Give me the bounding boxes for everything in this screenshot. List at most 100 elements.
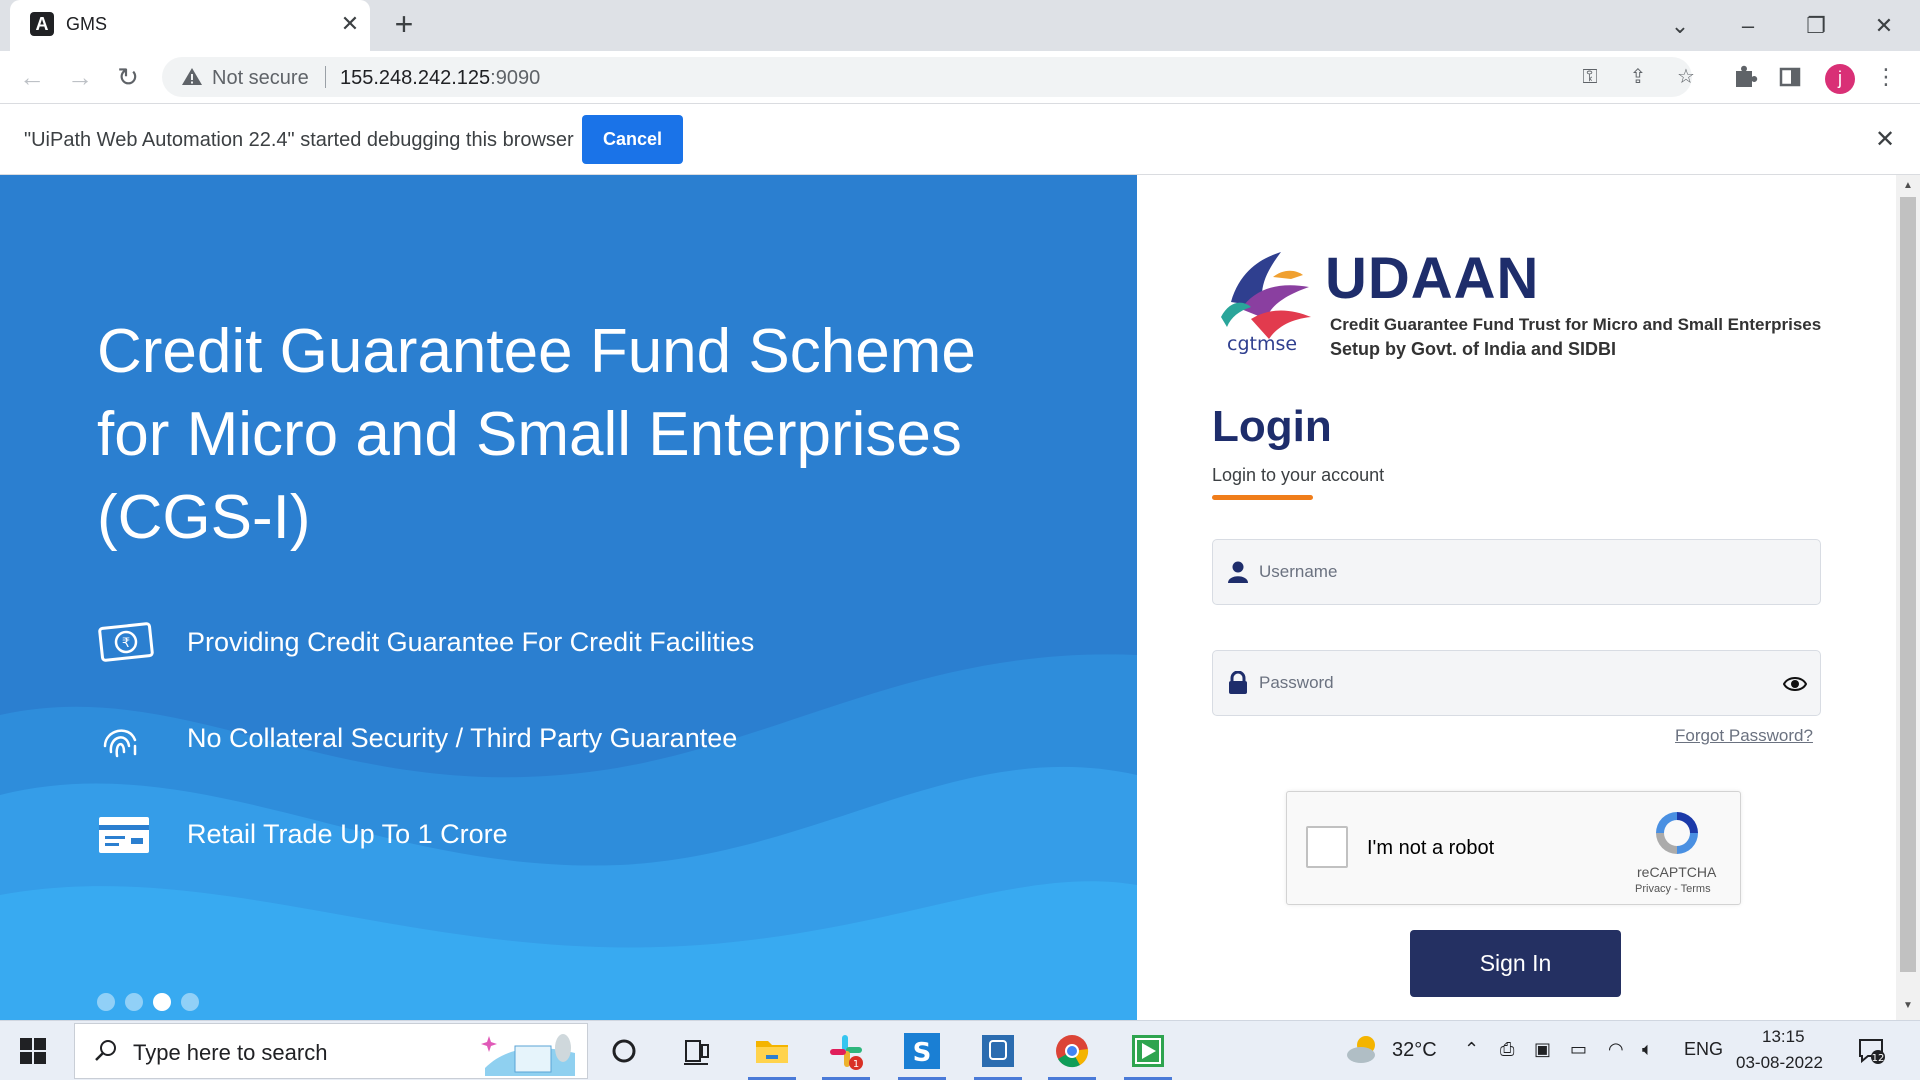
profile-avatar[interactable]: j	[1825, 64, 1855, 94]
feature-text: Retail Trade Up To 1 Crore	[187, 819, 508, 849]
feature-item: No Collateral Security / Third Party Gua…	[97, 708, 997, 768]
omnibox-separator	[325, 66, 326, 88]
notification-center-icon[interactable]: 12	[1858, 1037, 1886, 1065]
feature-item: ₹ Providing Credit Guarantee For Credit …	[97, 612, 997, 672]
skype-icon[interactable]: S	[898, 1027, 946, 1080]
clock-time[interactable]: 13:15	[1762, 1027, 1805, 1047]
uipath-icon[interactable]	[1124, 1027, 1172, 1080]
hero-title: Credit Guarantee Fund Scheme for Micro a…	[97, 317, 976, 552]
search-icon	[95, 1040, 116, 1061]
cancel-debug-button[interactable]: Cancel	[582, 115, 683, 164]
hero-panel: Credit Guarantee Fund Scheme for Micro a…	[0, 175, 1137, 1020]
login-panel: cgtmse UDAAN Credit Guarantee Fund Trust…	[1137, 175, 1896, 1020]
tab-search-chevron-icon[interactable]: ⌄	[1660, 6, 1700, 46]
tab-strip: A GMS ✕ + ⌄ – ❐ ✕	[0, 0, 1920, 51]
new-tab-button[interactable]: +	[388, 8, 420, 41]
task-view-icon[interactable]	[672, 1027, 720, 1075]
password-placeholder: Password	[1259, 673, 1334, 692]
weather-cloud-sun-icon[interactable]	[1346, 1033, 1380, 1065]
carousel-dot-active[interactable]	[153, 993, 171, 1011]
taskbar-search-placeholder: Type here to search	[133, 1040, 328, 1065]
input-language[interactable]: ENG	[1684, 1039, 1723, 1060]
windows-taskbar: Type here to search 1 S 32°C ⌃ ⎙ ▣ ▭ ◠ 🔈…	[0, 1020, 1920, 1080]
debug-infobar: "UiPath Web Automation 22.4" started deb…	[0, 105, 1920, 175]
recaptcha-brand: reCAPTCHA	[1637, 864, 1717, 880]
recaptcha-checkbox[interactable]	[1306, 826, 1348, 868]
infobar-close-icon[interactable]: ✕	[1870, 125, 1900, 155]
tab-title: GMS	[66, 14, 108, 34]
sign-in-button[interactable]: Sign In	[1410, 930, 1621, 997]
cortana-icon[interactable]	[600, 1027, 648, 1075]
recaptcha-privacy-terms[interactable]: Privacy - Terms	[1635, 883, 1711, 895]
address-bar[interactable]: Not secure 155.248.242.125:9090 ⚿ ⇪ ☆	[162, 57, 1695, 97]
feature-item: Retail Trade Up To 1 Crore	[97, 804, 997, 864]
forward-button[interactable]: →	[62, 59, 98, 95]
feature-text: Providing Credit Guarantee For Credit Fa…	[187, 627, 755, 657]
slack-icon[interactable]: 1	[822, 1027, 870, 1080]
angular-favicon-icon: A	[30, 12, 54, 36]
recaptcha-logo-icon	[1656, 812, 1698, 854]
display-icon[interactable]: ▣	[1534, 1039, 1551, 1060]
key-icon[interactable]: ⚿	[1576, 63, 1604, 91]
recaptcha-widget: I'm not a robot reCAPTCHA Privacy - Term…	[1286, 791, 1741, 905]
weather-temperature[interactable]: 32°C	[1392, 1039, 1437, 1062]
rupee-note-icon: ₹	[98, 622, 154, 662]
feature-text: No Collateral Security / Third Party Gua…	[187, 723, 738, 753]
windows-start-icon[interactable]	[20, 1038, 46, 1064]
restore-button[interactable]: ❐	[1796, 6, 1836, 46]
more-menu-icon[interactable]: ⋮	[1870, 61, 1902, 93]
tab-gms[interactable]: A GMS ✕	[10, 0, 370, 51]
taskbar-search-box[interactable]: Type here to search	[74, 1023, 588, 1079]
camera-icon[interactable]: ⎙	[1500, 1039, 1514, 1060]
extensions-puzzle-icon[interactable]	[1728, 61, 1760, 93]
bookmark-star-icon[interactable]: ☆	[1672, 63, 1700, 91]
warning-icon[interactable]	[180, 65, 204, 89]
show-hidden-icons-chevron-icon[interactable]: ⌃	[1464, 1039, 1479, 1060]
notification-count: 12	[1872, 1053, 1885, 1064]
url-host: 155.248.242.125	[340, 67, 491, 89]
login-heading: Login	[1212, 402, 1332, 451]
forgot-password-link[interactable]: Forgot Password?	[1675, 726, 1813, 746]
carousel-dot[interactable]	[181, 993, 199, 1011]
cgtmse-logo: cgtmse	[1221, 252, 1311, 355]
brand-name: UDAAN	[1325, 246, 1540, 311]
url-port: :9090	[490, 67, 541, 89]
back-button[interactable]: ←	[14, 59, 50, 95]
url-text[interactable]: 155.248.242.125:9090	[340, 67, 540, 90]
chrome-icon[interactable]	[1048, 1027, 1096, 1080]
lock-icon	[1229, 671, 1247, 694]
password-field[interactable]: Password	[1212, 650, 1821, 716]
page-content: Credit Guarantee Fund Scheme for Micro a…	[0, 175, 1920, 1020]
file-explorer-icon[interactable]	[748, 1027, 796, 1080]
hero-wave-background	[0, 654, 1137, 1020]
show-password-eye-icon[interactable]	[1783, 673, 1807, 695]
carousel-dot[interactable]	[125, 993, 143, 1011]
slack-notification-badge: 1	[853, 1059, 859, 1070]
battery-icon[interactable]: ▭	[1570, 1039, 1587, 1060]
brand-subtitle: Credit Guarantee Fund Trust for Micro an…	[1330, 315, 1822, 334]
brand-tagline: Setup by Govt. of India and SIDBI	[1330, 339, 1617, 359]
tab-close-icon[interactable]: ✕	[336, 10, 364, 38]
scroll-up-arrow-icon[interactable]: ▲	[1903, 180, 1913, 191]
carousel-dot[interactable]	[97, 993, 115, 1011]
close-window-button[interactable]: ✕	[1864, 6, 1904, 46]
app-icon[interactable]	[974, 1027, 1022, 1080]
page-scrollbar[interactable]: ▲ ▼	[1896, 175, 1920, 1020]
reload-button[interactable]: ↻	[110, 59, 146, 95]
scroll-down-arrow-icon[interactable]: ▼	[1903, 1000, 1913, 1011]
fingerprint-icon	[103, 729, 137, 758]
side-panel-icon[interactable]	[1774, 61, 1806, 93]
minimize-button[interactable]: –	[1728, 6, 1768, 46]
username-field[interactable]: Username	[1212, 539, 1821, 605]
wifi-icon[interactable]: ◠	[1608, 1039, 1624, 1060]
not-secure-label[interactable]: Not secure	[212, 67, 309, 90]
login-subheading: Login to your account	[1212, 465, 1385, 485]
heading-underline	[1212, 495, 1313, 500]
volume-icon[interactable]: 🔈︎	[1642, 1039, 1653, 1060]
search-highlight-illustration	[481, 1034, 575, 1076]
scroll-thumb[interactable]	[1900, 197, 1916, 972]
svg-text:S: S	[913, 1038, 932, 1068]
browser-toolbar: ← → ↻ Not secure 155.248.242.125:9090 ⚿ …	[0, 51, 1920, 104]
clock-date[interactable]: 03-08-2022	[1736, 1053, 1823, 1073]
share-icon[interactable]: ⇪	[1624, 63, 1652, 91]
